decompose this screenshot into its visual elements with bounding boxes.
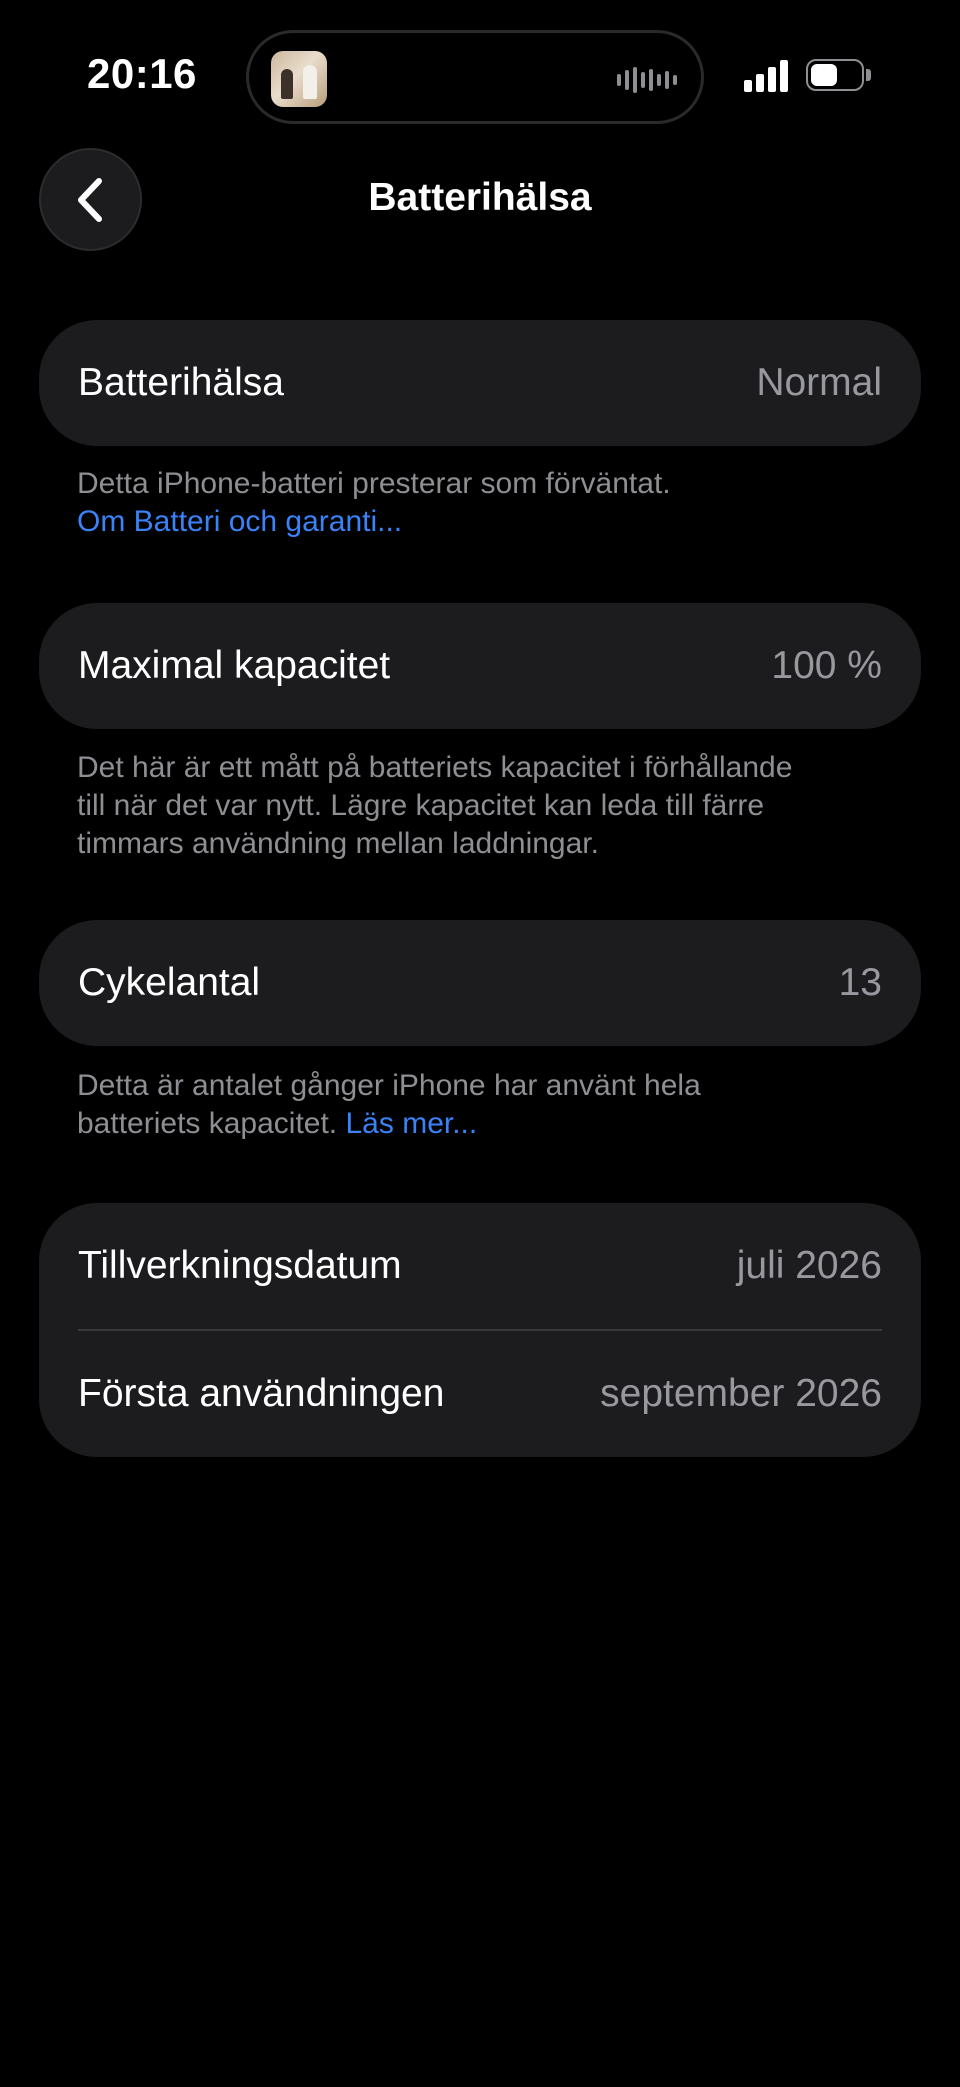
max-capacity-card: Maximal kapacitet 100 %: [39, 603, 921, 729]
max-capacity-footnote-line: Det här är ett mått på batteriets kapaci…: [77, 751, 793, 784]
max-capacity-footnote-line: till när det var nytt. Lägre kapacitet k…: [77, 789, 765, 822]
battery-icon: [806, 59, 864, 91]
now-playing-artwork[interactable]: [271, 51, 327, 107]
cycle-count-row: Cykelantal 13: [39, 920, 921, 1046]
first-use-value: september 2026: [600, 1372, 882, 1415]
manufacture-date-label: Tillverkningsdatum: [78, 1244, 402, 1287]
battery-health-label: Batterihälsa: [78, 361, 284, 404]
manufacture-date-value: juli 2026: [736, 1244, 882, 1287]
battery-dates-card: Tillverkningsdatum juli 2026 Första anvä…: [39, 1203, 921, 1457]
read-more-link[interactable]: Läs mer...: [346, 1107, 478, 1140]
status-time: 20:16: [87, 50, 197, 97]
cycle-count-footnote-text: batteriets kapacitet.: [77, 1107, 338, 1140]
page-title: Batterihälsa: [368, 176, 592, 219]
max-capacity-row: Maximal kapacitet 100 %: [39, 603, 921, 729]
cellular-signal-icon: [744, 60, 788, 92]
cycle-count-card: Cykelantal 13: [39, 920, 921, 1046]
battery-health-card: Batterihälsa Normal: [39, 320, 921, 446]
battery-health-footnote: Detta iPhone-batteri presterar som förvä…: [77, 465, 897, 541]
cycle-count-footnote-line: Detta är antalet gånger iPhone har använ…: [77, 1069, 701, 1102]
cycle-count-footnote: Detta är antalet gånger iPhone har använ…: [77, 1067, 897, 1143]
battery-health-description: Detta iPhone-batteri presterar som förvä…: [77, 467, 671, 500]
max-capacity-label: Maximal kapacitet: [78, 644, 391, 687]
max-capacity-value: 100 %: [771, 644, 882, 687]
max-capacity-footnote-line: timmars användning mellan laddningar.: [77, 827, 599, 860]
dynamic-island[interactable]: [246, 30, 704, 124]
audio-waveform-icon: [617, 65, 677, 95]
first-use-row: Första användningen september 2026: [39, 1331, 921, 1457]
battery-health-value: Normal: [756, 361, 882, 404]
battery-health-row: Batterihälsa Normal: [39, 320, 921, 446]
battery-tip: [866, 69, 871, 81]
cycle-count-footnote-line2: batteriets kapacitet. Läs mer...: [77, 1105, 897, 1143]
cycle-count-value: 13: [838, 961, 882, 1004]
battery-warranty-link[interactable]: Om Batteri och garanti...: [77, 503, 897, 541]
max-capacity-footnote: Det här är ett mått på batteriets kapaci…: [77, 749, 897, 863]
first-use-label: Första användningen: [78, 1372, 445, 1415]
cycle-count-label: Cykelantal: [78, 961, 261, 1004]
manufacture-date-row: Tillverkningsdatum juli 2026: [39, 1203, 921, 1329]
